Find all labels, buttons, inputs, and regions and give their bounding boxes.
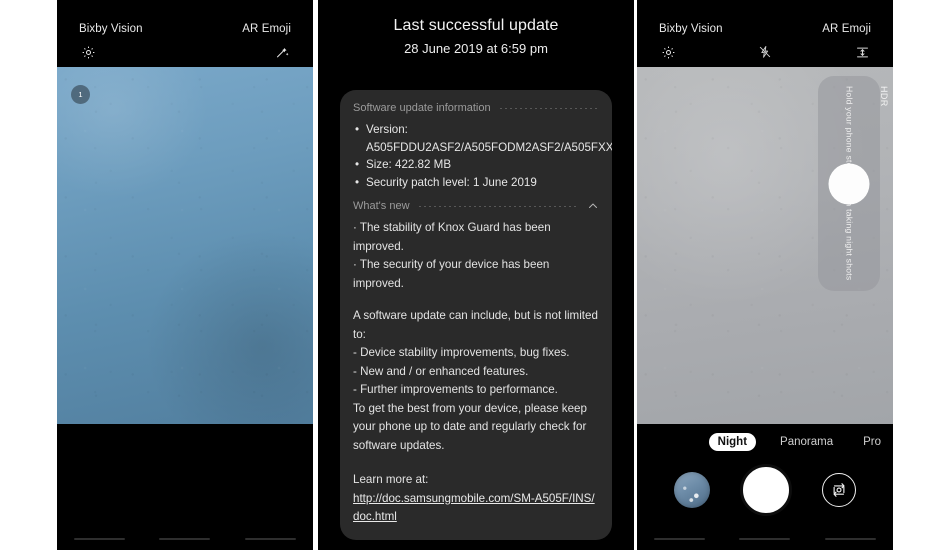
hdr-badge: HDR bbox=[879, 86, 889, 107]
update-info-bullet-list: Version: A505FDDU2ASF2/A505FODM2ASF2/A50… bbox=[355, 121, 612, 192]
night-steady-hint: Hold your phone steady when taking night… bbox=[818, 76, 880, 291]
learn-more-link[interactable]: http://doc.samsungmobile.com/SM-A505F/IN… bbox=[353, 490, 599, 527]
notice-line-2: - Device stability improvements, bug fix… bbox=[353, 346, 570, 359]
whats-new-header[interactable]: What's new bbox=[353, 200, 599, 212]
section-label-whats-new: What's new bbox=[353, 200, 410, 212]
panel-camera-super-slow-mo: Bixby Vision AR Emoji 1 bbox=[57, 0, 313, 550]
dotted-divider bbox=[499, 107, 599, 109]
zoom-level-chip[interactable]: 1 bbox=[71, 85, 90, 104]
preview-texture bbox=[57, 67, 313, 424]
nav-bar-back[interactable] bbox=[824, 537, 876, 541]
software-update-information-header: Software update information bbox=[353, 102, 599, 114]
ar-emoji-label[interactable]: AR Emoji bbox=[242, 23, 291, 35]
notice-line-4: - Further improvements to performance. bbox=[353, 383, 558, 396]
bixby-vision-label[interactable]: Bixby Vision bbox=[79, 23, 143, 35]
camera-preview-slowmo[interactable]: 1 Photo Video Super Slow-mo Slow motion bbox=[57, 67, 313, 424]
update-header: Last successful update 28 June 2019 at 6… bbox=[318, 0, 634, 56]
camera-preview-night[interactable]: HDR Hold your phone steady when taking n… bbox=[637, 67, 893, 424]
nav-bar-home[interactable] bbox=[739, 537, 791, 541]
update-details-card: Software update information Version: A50… bbox=[340, 90, 612, 540]
mode-night[interactable]: Night bbox=[708, 433, 757, 451]
switch-camera-icon[interactable] bbox=[822, 473, 856, 507]
notice-line-1: A software update can include, but is no… bbox=[353, 309, 598, 341]
whats-new-line-2: · The security of your device has been i… bbox=[353, 258, 550, 290]
camera-controls-row bbox=[637, 464, 893, 516]
sparkle-wand-icon[interactable] bbox=[271, 42, 293, 62]
gear-icon[interactable] bbox=[657, 42, 679, 62]
notice-line-3: - New and / or enhanced features. bbox=[353, 364, 529, 378]
nav-bar-recents[interactable] bbox=[74, 537, 126, 541]
aspect-ratio-icon[interactable] bbox=[851, 42, 873, 62]
nav-bar-home[interactable] bbox=[159, 537, 211, 541]
learn-more-block: Learn more at: http://doc.samsungmobile.… bbox=[353, 471, 599, 527]
nav-bar-back[interactable] bbox=[244, 537, 296, 541]
bullet-size: Size: 422.82 MB bbox=[355, 156, 599, 174]
camera-top-bar: Bixby Vision AR Emoji bbox=[637, 0, 893, 67]
flash-off-icon[interactable] bbox=[754, 42, 776, 62]
mode-pro[interactable]: Pro bbox=[857, 433, 887, 451]
bixby-vision-label[interactable]: Bixby Vision bbox=[659, 23, 723, 35]
gallery-thumbnail[interactable] bbox=[674, 472, 710, 508]
whats-new-body: · The stability of Knox Guard has been i… bbox=[353, 219, 599, 527]
bullet-version: Version: A505FDDU2ASF2/A505FODM2ASF2/A50… bbox=[355, 121, 612, 156]
ar-emoji-label[interactable]: AR Emoji bbox=[822, 23, 871, 35]
last-update-timestamp: 28 June 2019 at 6:59 pm bbox=[404, 41, 548, 56]
android-navigation-bar bbox=[57, 528, 313, 550]
page-title: Last successful update bbox=[393, 17, 559, 34]
dotted-divider bbox=[418, 205, 578, 207]
gear-icon[interactable] bbox=[77, 42, 99, 62]
learn-more-label: Learn more at: bbox=[353, 473, 429, 486]
camera-mode-strip: Night Panorama Pro bbox=[637, 433, 893, 451]
chevron-up-icon[interactable] bbox=[587, 200, 599, 212]
night-hint-knob bbox=[828, 163, 870, 204]
notice-line-5: To get the best from your device, please… bbox=[353, 401, 587, 452]
bullet-security-patch-level: Security patch level: 1 June 2019 bbox=[355, 174, 599, 192]
shutter-button[interactable] bbox=[740, 464, 792, 516]
section-label-software-update-information: Software update information bbox=[353, 102, 491, 114]
panel-software-update: Last successful update 28 June 2019 at 6… bbox=[318, 0, 634, 550]
panel-camera-night: Bixby Vision AR Emoji HDR Hold your phon… bbox=[637, 0, 893, 550]
mode-panorama[interactable]: Panorama bbox=[774, 433, 839, 451]
camera-top-bar: Bixby Vision AR Emoji bbox=[57, 0, 313, 67]
nav-bar-recents[interactable] bbox=[654, 537, 706, 541]
android-navigation-bar bbox=[637, 528, 893, 550]
screenshot-collage: Bixby Vision AR Emoji 1 Last successful … bbox=[0, 0, 950, 550]
whats-new-line-1: · The stability of Knox Guard has been i… bbox=[353, 221, 551, 253]
